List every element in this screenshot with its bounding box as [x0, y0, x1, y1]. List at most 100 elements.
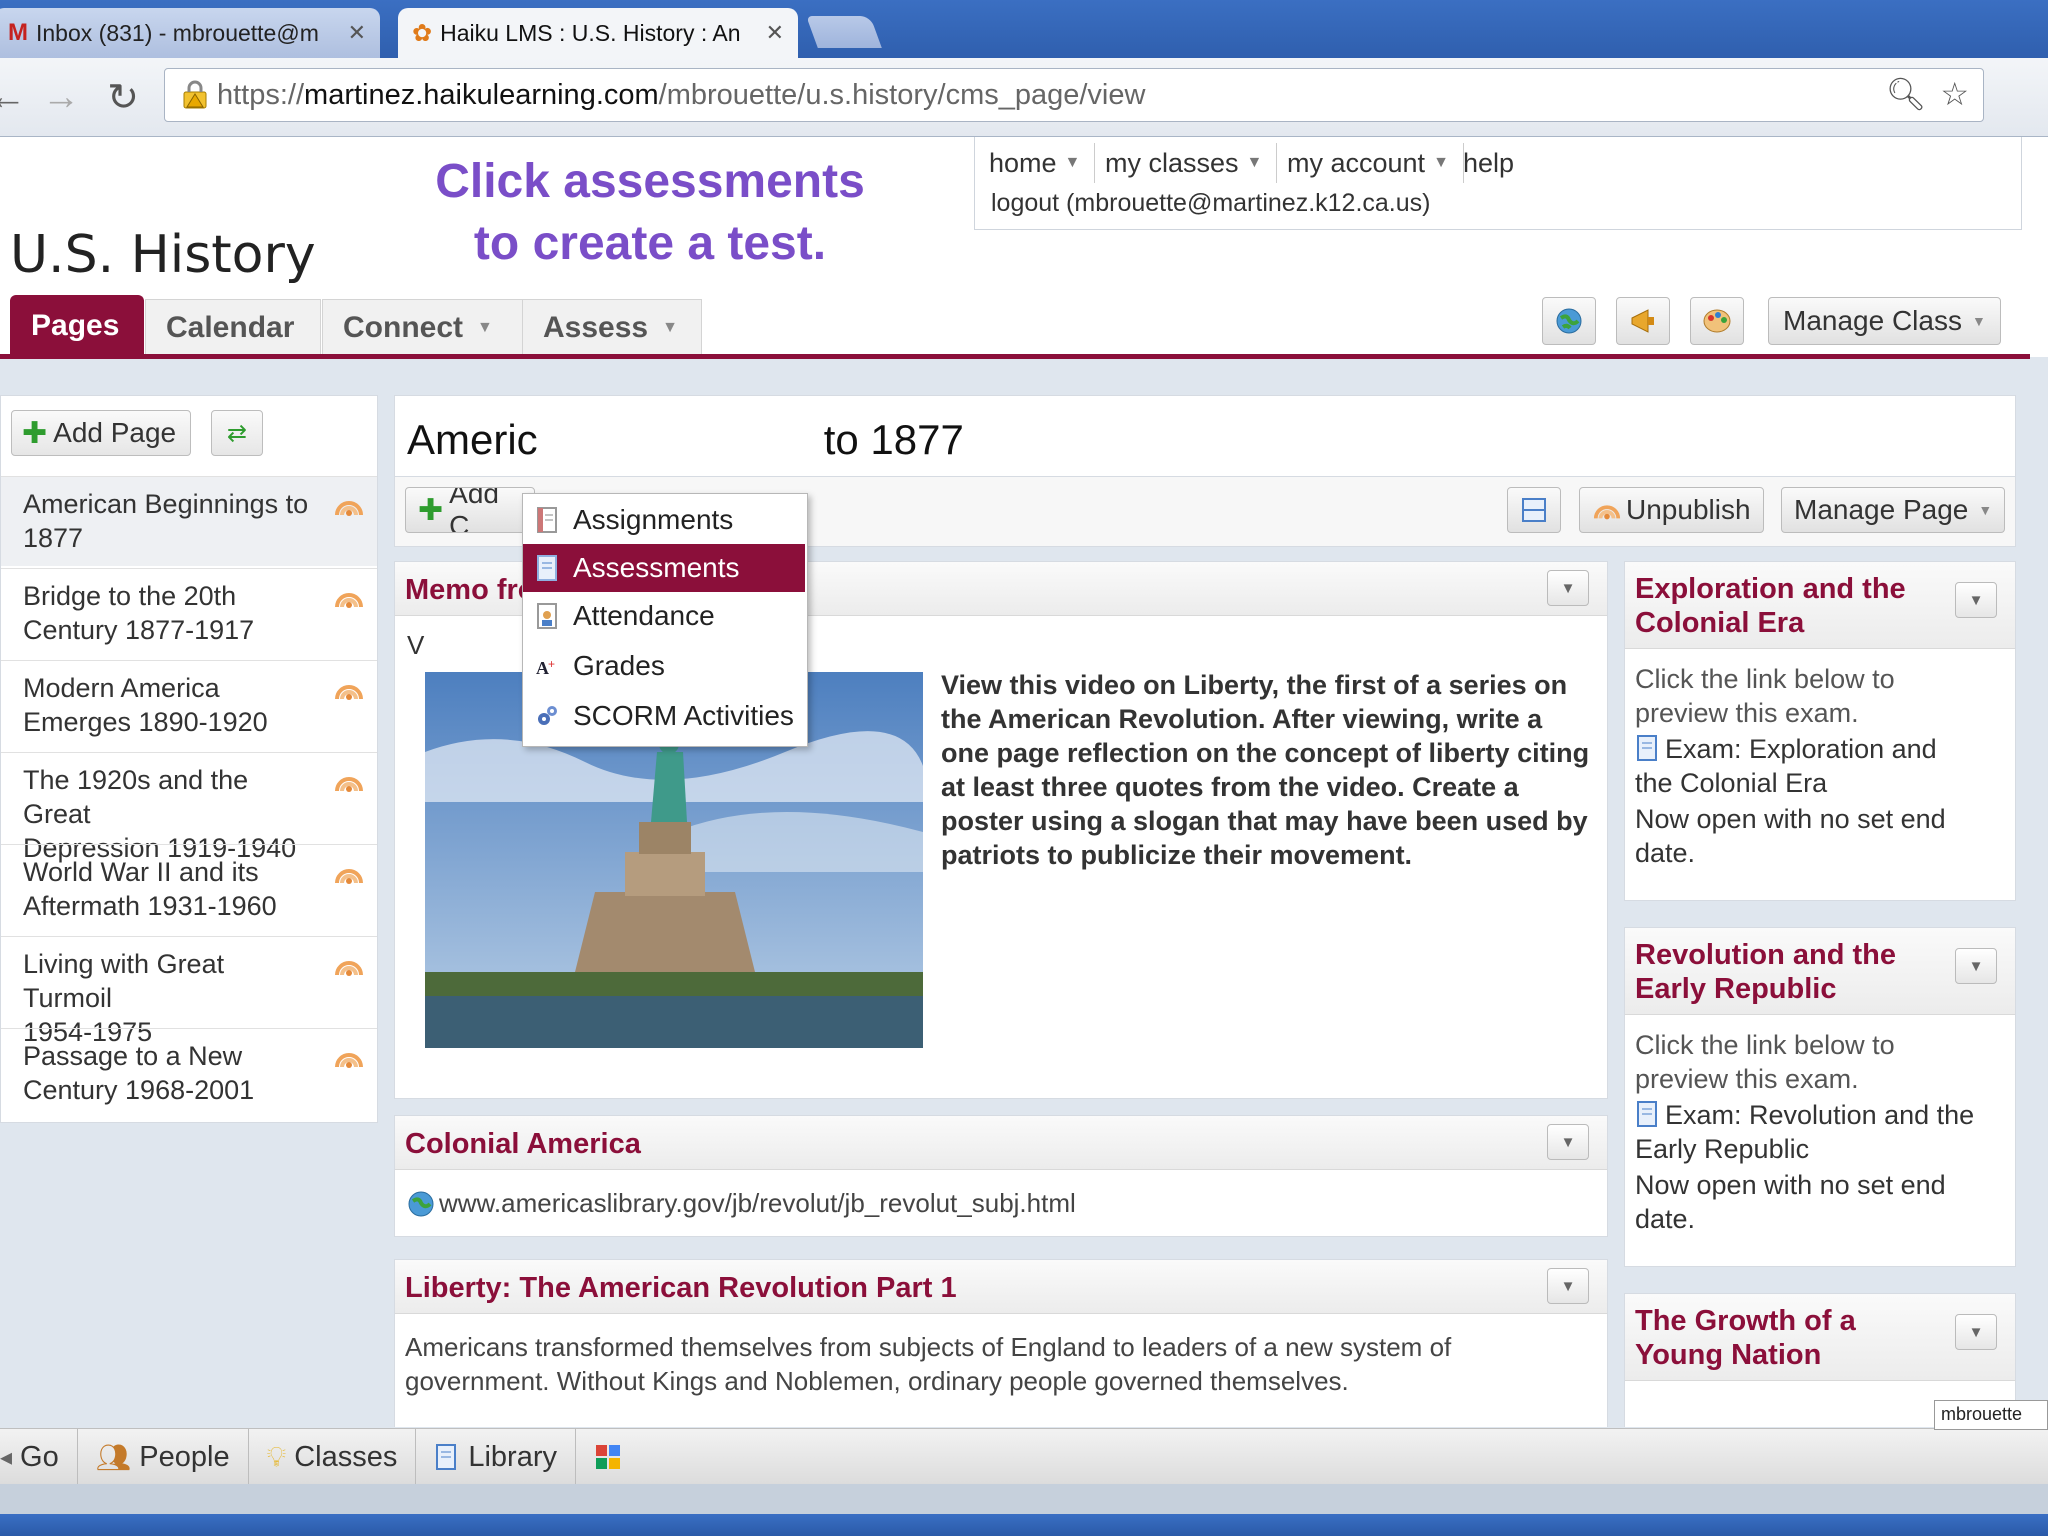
sidebar-item-american-beginnings[interactable]: American Beginnings to 1877	[1, 476, 377, 566]
reorder-pages-button[interactable]: ⇄	[211, 410, 263, 456]
menu-item-scorm-activities[interactable]: SCORM Activities	[523, 692, 805, 740]
block-menu-button[interactable]: ▼	[1955, 1314, 1997, 1350]
menu-item-label: Assignments	[573, 504, 734, 535]
sidebar-item-great-turmoil[interactable]: Living with Great Turmoil 1954-1975	[1, 936, 377, 1047]
unpublish-button[interactable]: Unpublish	[1579, 487, 1764, 533]
block-menu-button[interactable]: ▼	[1547, 1268, 1589, 1304]
shuffle-icon: ⇄	[226, 419, 248, 447]
page-title-text: Americ	[407, 416, 538, 463]
colonial-link[interactable]: www.americaslibrary.gov/jb/revolut/jb_re…	[407, 1188, 1076, 1219]
classes-button[interactable]: 💡︎ Classes	[249, 1429, 417, 1485]
user-tooltip: mbrouette	[1934, 1400, 2048, 1430]
exam-status: Now open with no set end date.	[1635, 802, 1946, 870]
dropdown-arrow-icon: ▼	[1064, 154, 1081, 171]
menu-item-assignments[interactable]: Assignments	[523, 496, 805, 544]
page-title-bar: Americ to 1877	[394, 395, 2016, 477]
web-page: U.S. History Click assessments to create…	[0, 137, 2048, 1427]
menu-item-assessments[interactable]: Assessments	[523, 544, 805, 592]
tab-label: Pages	[31, 308, 120, 342]
add-content-button[interactable]: ✚ Add C	[405, 487, 535, 533]
manage-page-button[interactable]: Manage Page ▼	[1781, 487, 2006, 533]
page-title-text: to 1877	[823, 416, 964, 463]
menu-item-grades[interactable]: A + Grades	[523, 642, 805, 690]
globe-icon	[408, 1191, 434, 1216]
sidebar-item-wwii-aftermath[interactable]: World War II and its Aftermath 1931-1960	[1, 844, 377, 934]
dropdown-arrow-icon: ▼	[1971, 313, 1986, 329]
plus-icon: ✚	[22, 416, 48, 450]
class-title: U.S. History	[10, 225, 316, 285]
forward-arrow-icon[interactable]: →	[36, 72, 86, 122]
block-title-line: Revolution and the	[1635, 939, 1896, 971]
published-icon	[335, 1053, 363, 1068]
published-icon	[335, 869, 363, 884]
sidebar-item-label: The 1920s and the Great	[23, 765, 249, 829]
exam-link-text: Exam: Revolution and the	[1665, 1100, 1975, 1130]
sidebar-item-label: Emerges 1890-1920	[23, 707, 268, 737]
sidebar-item-modern-america[interactable]: Modern America Emerges 1890-1920	[1, 660, 377, 750]
tab-label: Assess	[543, 310, 649, 344]
tab-assess[interactable]: Assess ▼	[522, 299, 702, 355]
tab-pages[interactable]: Pages	[10, 295, 144, 355]
colonial-america-block: Colonial America ▼ www.americaslibrary.g…	[394, 1115, 1608, 1237]
exam-link[interactable]: Exam: Exploration and the Colonial Era	[1635, 732, 1937, 800]
browser-tab-haiku[interactable]: ✿ Haiku LMS : U.S. History : An ✕	[398, 8, 798, 58]
sidebar-item-label: Bridge to the 20th	[23, 581, 237, 611]
block-menu-button[interactable]: ▼	[1547, 570, 1589, 606]
nav-label: help	[1463, 147, 1515, 178]
assignments-icon	[537, 507, 557, 533]
exam-link[interactable]: Exam: Revolution and the Early Republic	[1635, 1098, 1974, 1166]
library-button[interactable]: Library	[416, 1429, 577, 1485]
manage-class-button[interactable]: Manage Class ▼	[1768, 297, 2001, 345]
people-button[interactable]: 👥︎ People	[78, 1429, 249, 1485]
nav-my-classes[interactable]: my classes ▼	[1091, 143, 1278, 183]
add-page-button[interactable]: ✚ Add Page	[11, 410, 191, 456]
exam-icon	[1637, 735, 1657, 761]
browser-toolbar: ← → ↻ https://martinez.haikulearning.com…	[0, 58, 2048, 174]
sidebar-item-label: World War II and its	[23, 857, 259, 887]
nav-help[interactable]: help	[1449, 143, 1528, 183]
google-apps-button[interactable]	[576, 1429, 640, 1485]
block-menu-button[interactable]: ▼	[1955, 582, 1997, 618]
button-label: Manage Class	[1783, 305, 1962, 336]
tab-connect[interactable]: Connect ▼	[322, 299, 530, 355]
attendance-icon	[537, 603, 557, 629]
text-line: preview this exam.	[1635, 1064, 1859, 1094]
sidebar-item-new-century[interactable]: Passage to a New Century 1968-2001	[1, 1028, 377, 1118]
menu-item-attendance[interactable]: Attendance	[523, 592, 805, 640]
reload-icon[interactable]: ↻	[98, 72, 148, 122]
browser-tab-gmail[interactable]: M Inbox (831) - mbrouette@m ✕	[0, 8, 380, 58]
menu-item-label: Attendance	[573, 600, 715, 631]
block-menu-button[interactable]: ▼	[1955, 948, 1997, 984]
search-icon[interactable]: 🔍︎	[1886, 75, 1927, 113]
sidebar-item-1920s-great-depression[interactable]: The 1920s and the Great Depression 1919-…	[1, 752, 377, 863]
announcement-icon-button[interactable]	[1616, 297, 1670, 345]
published-icon	[335, 593, 363, 608]
background-window-strip	[0, 1484, 2048, 1514]
go-button[interactable]: ◂ Go	[0, 1429, 78, 1485]
page-title: Americ to 1877	[407, 416, 964, 464]
close-tab-icon[interactable]: ✕	[338, 20, 366, 46]
bottom-toolbar: ◂ Go 👥︎ People 💡︎ Classes Library	[0, 1428, 2048, 1485]
nav-my-account[interactable]: my account ▼	[1273, 143, 1464, 183]
block-title-line: Exploration and the	[1635, 573, 1906, 605]
sidebar-item-bridge-20th-century[interactable]: Bridge to the 20th Century 1877-1917	[1, 568, 377, 658]
tab-label: Calendar	[166, 310, 295, 344]
layout-button[interactable]	[1507, 487, 1561, 533]
gears-icon	[538, 706, 557, 725]
megaphone-icon	[1631, 309, 1654, 333]
back-arrow-icon[interactable]: ←	[0, 72, 32, 122]
menu-item-label: SCORM Activities	[573, 700, 794, 731]
pages-sidebar: ✚ Add Page ⇄ American Beginnings to 1877 …	[0, 395, 378, 1123]
block-menu-button[interactable]: ▼	[1547, 1124, 1589, 1160]
nav-home[interactable]: home ▼	[975, 143, 1096, 183]
nav-label: my classes	[1105, 147, 1239, 178]
logout-link[interactable]: logout (mbrouette@martinez.k12.ca.us)	[991, 189, 1430, 218]
new-tab-button[interactable]	[806, 16, 882, 48]
tab-calendar[interactable]: Calendar	[145, 299, 321, 355]
star-icon[interactable]: ☆	[1940, 75, 1969, 113]
exam-revolution-block: Revolution and the Early Republic ▼ Clic…	[1624, 927, 2016, 1267]
globe-icon-button[interactable]	[1542, 297, 1596, 345]
close-tab-icon[interactable]: ✕	[756, 20, 784, 46]
address-bar[interactable]: https://martinez.haikulearning.com/mbrou…	[164, 68, 1984, 122]
theme-icon-button[interactable]	[1690, 297, 1744, 345]
